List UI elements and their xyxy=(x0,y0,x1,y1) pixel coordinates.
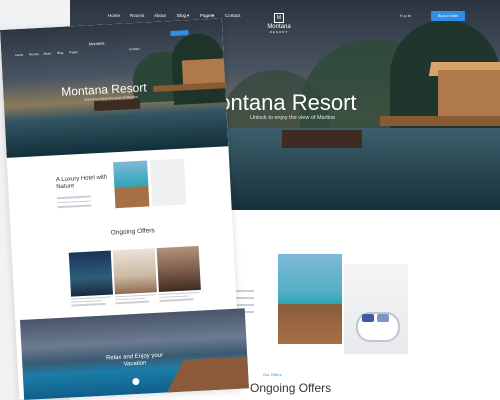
offer-card-lines xyxy=(159,291,200,304)
nav-pages[interactable]: Pages xyxy=(200,13,213,18)
dock xyxy=(380,116,500,126)
logo-sub: RESORT xyxy=(269,30,289,34)
photo-room xyxy=(150,158,187,207)
social-icons[interactable]: f t p in xyxy=(400,13,411,18)
logo[interactable]: M Montana RESORT xyxy=(267,6,291,34)
pool-panel: Relax and Enjoy your Vacation xyxy=(20,308,249,400)
logo-mark: M xyxy=(274,13,284,23)
hut xyxy=(438,70,500,116)
nav-contact[interactable]: Contact xyxy=(225,13,241,18)
hero-subtitle: Unlock to enjoy the view of Martine xyxy=(250,115,336,121)
photo-room-sofa xyxy=(344,264,408,354)
offer-card-image[interactable] xyxy=(112,248,157,295)
logo-name[interactable]: Montana xyxy=(89,41,105,47)
photo-deck-sea xyxy=(113,160,150,209)
cushion xyxy=(362,314,374,322)
offer-card-image[interactable] xyxy=(68,250,113,297)
hut xyxy=(181,58,226,85)
photo-deck-sea xyxy=(278,254,342,344)
offers-heading: Ongoing Offers xyxy=(250,381,332,395)
nav-contact[interactable]: Contact xyxy=(129,47,140,52)
chevron-down-icon: ▾ xyxy=(187,13,190,18)
offers-eyebrow: Our Offers xyxy=(263,372,282,377)
nav-blog[interactable]: Blog xyxy=(57,51,63,55)
nav-pages[interactable]: Pages xyxy=(69,50,78,54)
text-lines xyxy=(56,195,92,210)
offers-heading: Ongoing Offers xyxy=(110,227,155,237)
book-hotel-button[interactable]: Book A Hotel xyxy=(431,11,465,21)
book-hotel-button[interactable] xyxy=(170,30,189,37)
nav-home[interactable]: Home xyxy=(108,13,120,18)
nav-home[interactable]: Home xyxy=(15,53,23,57)
nav-blog[interactable]: Blog xyxy=(177,13,186,18)
boat xyxy=(282,130,362,148)
offer-card-lines xyxy=(71,296,112,309)
nav-rooms[interactable]: Rooms xyxy=(29,52,39,56)
cushion xyxy=(377,314,389,322)
nav-about[interactable]: About xyxy=(154,13,166,18)
nav-rooms[interactable]: Rooms xyxy=(130,13,144,18)
luxury-heading: A Luxury Hotel with Nature xyxy=(55,174,108,191)
play-button[interactable] xyxy=(132,377,140,386)
nav-about[interactable]: About xyxy=(43,51,51,55)
offer-card-image[interactable] xyxy=(156,245,201,293)
offer-card-lines xyxy=(115,294,156,306)
